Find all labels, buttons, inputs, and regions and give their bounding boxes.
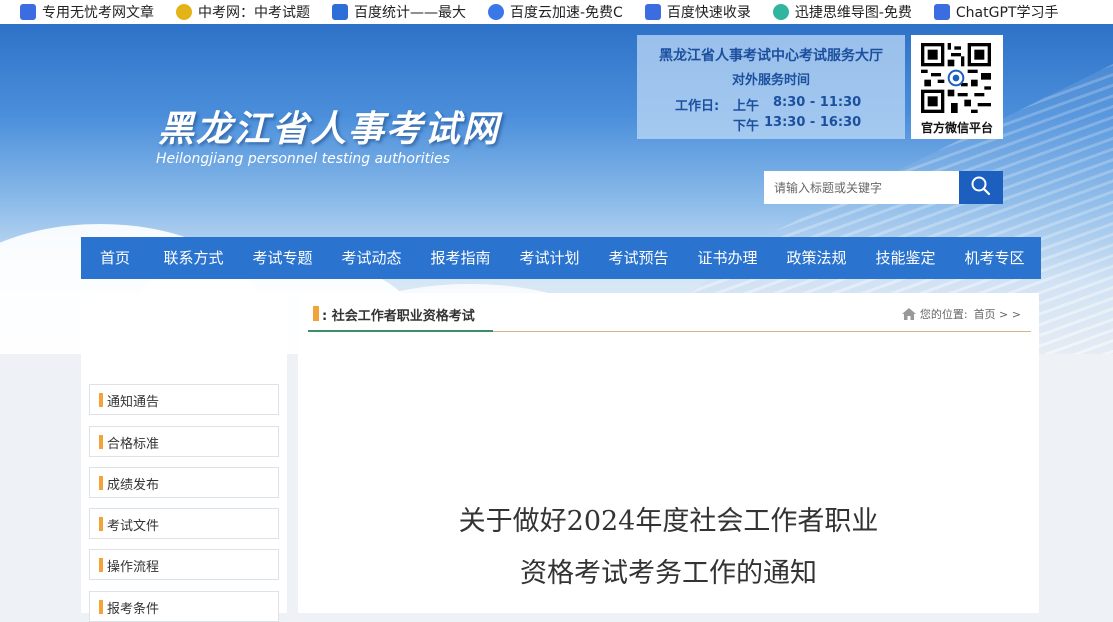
- bookmark-label: 专用无忧考网文章: [42, 5, 154, 21]
- bookmark-label: ChatGPT学习手: [955, 5, 1059, 21]
- sidebar-item-label: 考试文件: [107, 519, 160, 534]
- bookmark-item[interactable]: 中考网：中考试题: [176, 2, 310, 22]
- pm-time: 13:30 - 16:30: [764, 115, 862, 130]
- sidebar-item-label: 操作流程: [107, 560, 160, 575]
- sidebar: 通知通告合格标准成绩发布考试文件操作流程报考条件: [81, 293, 287, 622]
- home-icon: [901, 308, 916, 320]
- qr-code-icon: [921, 43, 991, 113]
- doc-icon: [933, 4, 950, 20]
- sidebar-item-marker: [99, 435, 103, 449]
- bookmark-label: 百度云加速-免费C: [510, 5, 623, 21]
- search-icon: [971, 176, 991, 196]
- bookmark-item[interactable]: 百度快速收录: [644, 2, 751, 22]
- sidebar-item[interactable]: 考试文件: [89, 508, 279, 539]
- sidebar-item[interactable]: 合格标准: [89, 426, 279, 457]
- nav-item[interactable]: 考试计划: [505, 237, 594, 279]
- bookmark-item[interactable]: 专用无忧考网文章: [20, 2, 154, 22]
- nav-item[interactable]: 考试动态: [327, 237, 416, 279]
- cloud-icon: [488, 4, 504, 20]
- service-hours-box: 黑龙江省人事考试中心考试服务大厅 对外服务时间 工作日: 上午 8:30 - 1…: [637, 35, 905, 139]
- doc-icon: [644, 4, 661, 20]
- sidebar-item[interactable]: 报考条件: [89, 591, 279, 622]
- main-nav: 首页 联系方式 考试专题 考试动态 报考指南 考试计划 考试预告 证书办理 政策法规 技能鉴定 机考…: [81, 237, 1041, 279]
- sidebar-item[interactable]: 成绩发布: [89, 467, 279, 498]
- doc-icon: [20, 4, 36, 20]
- sidebar-item-label: 通知通告: [107, 395, 160, 410]
- category-underline: [308, 330, 493, 332]
- category-marker: [313, 306, 319, 321]
- nav-item[interactable]: 技能鉴定: [861, 237, 950, 279]
- bookmark-item[interactable]: 百度统计——最大: [332, 2, 466, 22]
- site-title[interactable]: 黑龙江省人事考试网: [158, 100, 500, 152]
- article-title-line2: 资格考试考务工作的通知: [520, 558, 817, 589]
- location-path[interactable]: 首页 > >: [974, 306, 1021, 322]
- bookmark-item[interactable]: 迅捷思维导图-免费: [772, 2, 912, 22]
- gold-logo-icon: [176, 4, 192, 20]
- article-title-line1: 关于做好2024年度社会工作者职业: [458, 506, 879, 537]
- wechat-qr-box[interactable]: 官方微信平台: [911, 35, 1003, 139]
- sidebar-item-marker: [99, 517, 103, 531]
- nav-item[interactable]: 政策法规: [772, 237, 861, 279]
- nav-item[interactable]: 考试专题: [238, 237, 327, 279]
- sidebar-item-marker: [99, 600, 103, 614]
- bookmark-label: 迅捷思维导图-免费: [794, 5, 912, 21]
- search-input[interactable]: [764, 171, 959, 204]
- bookmark-item[interactable]: ChatGPT学习手: [933, 2, 1059, 22]
- workday-label: 工作日:: [675, 99, 720, 114]
- nav-item[interactable]: 考试预告: [594, 237, 683, 279]
- category-header: : 社会工作者职业资格考试 您的位置: 首页 > >: [308, 293, 1031, 332]
- main-content: : 社会工作者职业资格考试 您的位置: 首页 > > 关于做好2024年度社会工…: [298, 293, 1039, 613]
- sidebar-item-label: 成绩发布: [107, 478, 160, 493]
- sidebar-item-marker: [99, 558, 103, 572]
- bookmark-label: 百度快速收录: [666, 5, 751, 21]
- am-label: 上午: [733, 99, 760, 114]
- nav-item[interactable]: 证书办理: [683, 237, 772, 279]
- bookmark-item[interactable]: 百度云加速-免费C: [488, 2, 623, 22]
- am-time: 8:30 - 11:30: [773, 95, 862, 110]
- sidebar-item[interactable]: 通知通告: [89, 384, 279, 415]
- location-label: 您的位置:: [919, 308, 968, 321]
- service-hours-title: 对外服务时间: [731, 73, 810, 88]
- breadcrumb: 您的位置: 首页 > >: [901, 306, 1021, 322]
- sidebar-item-label: 合格标准: [107, 437, 160, 452]
- site-subtitle: Heilongjiang personnel testing authoriti…: [156, 151, 450, 167]
- search-button[interactable]: [959, 171, 1003, 204]
- bookmark-label: 百度统计——最大: [354, 5, 466, 21]
- sidebar-item-marker: [99, 476, 103, 490]
- nav-item[interactable]: 联系方式: [149, 237, 238, 279]
- pm-label: 下午: [733, 119, 760, 134]
- bookmarks-bar: 专用无忧考网文章 中考网：中考试题 百度统计——最大 百度云加速-免费C 百度快速收录 迅…: [0, 0, 1113, 24]
- nav-item[interactable]: 首页: [81, 237, 149, 279]
- sidebar-item[interactable]: 操作流程: [89, 549, 279, 580]
- nav-item[interactable]: 机考专区: [950, 237, 1039, 279]
- sidebar-item-label: 报考条件: [107, 602, 160, 617]
- baidu-stats-icon: [332, 4, 348, 20]
- qr-caption: 官方微信平台: [920, 121, 993, 135]
- sidebar-item-marker: [99, 393, 103, 407]
- search-bar: [764, 171, 1003, 204]
- bookmark-label: 中考网：中考试题: [198, 5, 310, 21]
- category-title[interactable]: : 社会工作者职业资格考试: [322, 305, 475, 324]
- nav-item[interactable]: 报考指南: [416, 237, 505, 279]
- mindmap-icon: [772, 4, 789, 20]
- service-hall-name: 黑龙江省人事考试中心考试服务大厅: [659, 48, 883, 64]
